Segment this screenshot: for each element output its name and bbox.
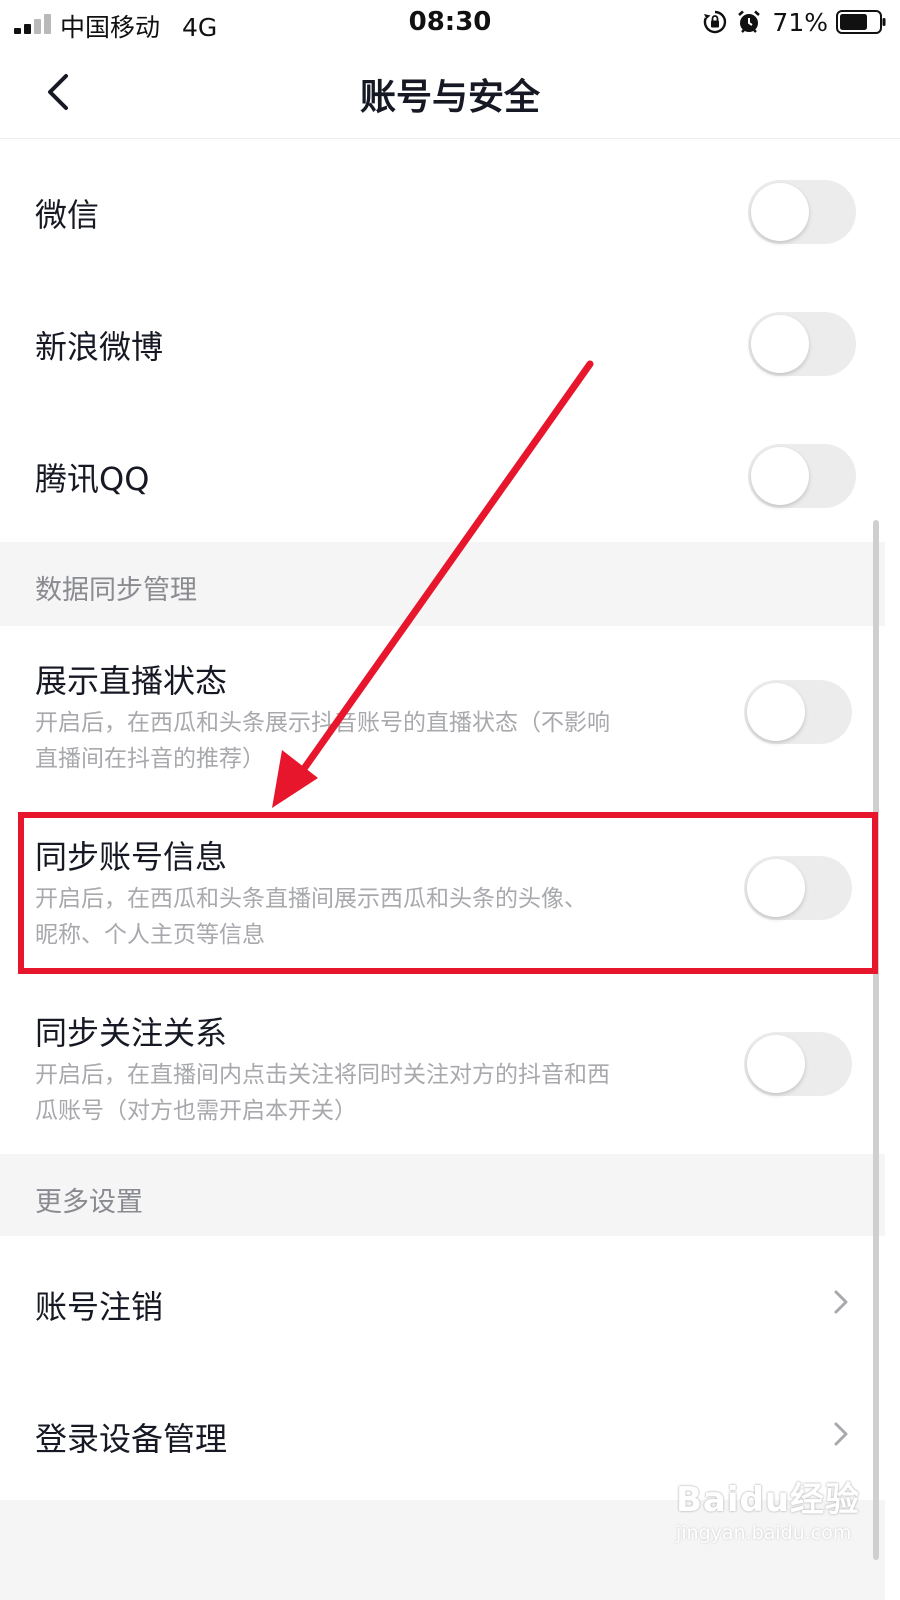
- wechat-toggle[interactable]: [748, 180, 856, 244]
- chevron-right-icon: [834, 1290, 848, 1314]
- more-row-deactivate[interactable]: 账号注销: [0, 1236, 885, 1368]
- weibo-toggle[interactable]: [748, 312, 856, 376]
- sync-row-live-status[interactable]: 展示直播状态 开启后，在西瓜和头条展示抖音账号的直播状态（不影响 直播间在抖音的…: [0, 626, 885, 802]
- battery-icon: [836, 10, 886, 34]
- desc-line: 直播间在抖音的推荐）: [35, 746, 265, 772]
- chevron-right-icon: [834, 1422, 848, 1446]
- binding-label: 微信: [35, 196, 100, 234]
- qq-toggle[interactable]: [748, 444, 856, 508]
- sync-row-follow-relation[interactable]: 同步关注关系 开启后，在直播间内点击关注将同时关注对方的抖音和西 瓜账号（对方也…: [0, 978, 885, 1154]
- alarm-icon: [738, 10, 761, 33]
- binding-label: 腾讯QQ: [35, 460, 150, 498]
- setting-description: 开启后，在直播间内点击关注将同时关注对方的抖音和西 瓜账号（对方也需开启本开关）: [35, 1057, 695, 1129]
- battery-percent: 71%: [772, 7, 828, 37]
- nav-bar: 账号与安全: [0, 46, 900, 139]
- follow-relation-toggle[interactable]: [744, 1032, 852, 1096]
- section-title: 更多设置: [35, 1187, 143, 1218]
- setting-title: 登录设备管理: [35, 1420, 228, 1458]
- watermark-logo: Baidu经验: [676, 1480, 861, 1520]
- page-title: 账号与安全: [359, 77, 540, 118]
- desc-line: 瓜账号（对方也需开启本开关）: [35, 1098, 357, 1124]
- watermark: Baidu经验 jingyan.baidu.com: [672, 1468, 872, 1552]
- watermark-url: jingyan.baidu.com: [676, 1522, 852, 1544]
- desc-line: 开启后，在西瓜和头条展示抖音账号的直播状态（不影响: [35, 710, 610, 736]
- toggle-knob: [751, 447, 809, 505]
- setting-title: 账号注销: [35, 1288, 164, 1326]
- rotation-lock-icon: [704, 10, 727, 34]
- status-right: 71%: [702, 6, 886, 38]
- setting-description: 开启后，在西瓜和头条展示抖音账号的直播状态（不影响 直播间在抖音的推荐）: [35, 705, 695, 777]
- desc-line: 开启后，在直播间内点击关注将同时关注对方的抖音和西: [35, 1062, 610, 1088]
- section-header-data-sync: 数据同步管理: [0, 542, 885, 626]
- section-header-more: 更多设置: [0, 1154, 885, 1236]
- status-bar: 中国移动 4G 08:30 71%: [0, 0, 900, 46]
- live-status-toggle[interactable]: [744, 680, 852, 744]
- highlight-box: [18, 812, 878, 974]
- binding-label: 新浪微博: [35, 328, 164, 366]
- scrollbar[interactable]: [873, 520, 879, 1560]
- toggle-knob: [751, 183, 809, 241]
- toggle-knob: [747, 1035, 805, 1093]
- binding-row-qq[interactable]: 腾讯QQ: [0, 410, 885, 542]
- binding-row-weibo[interactable]: 新浪微博: [0, 278, 885, 410]
- setting-title: 同步关注关系: [35, 1014, 228, 1052]
- toggle-knob: [751, 315, 809, 373]
- setting-title: 展示直播状态: [35, 662, 228, 700]
- section-title: 数据同步管理: [35, 575, 197, 606]
- binding-row-wechat[interactable]: 微信: [0, 146, 885, 278]
- toggle-knob: [747, 683, 805, 741]
